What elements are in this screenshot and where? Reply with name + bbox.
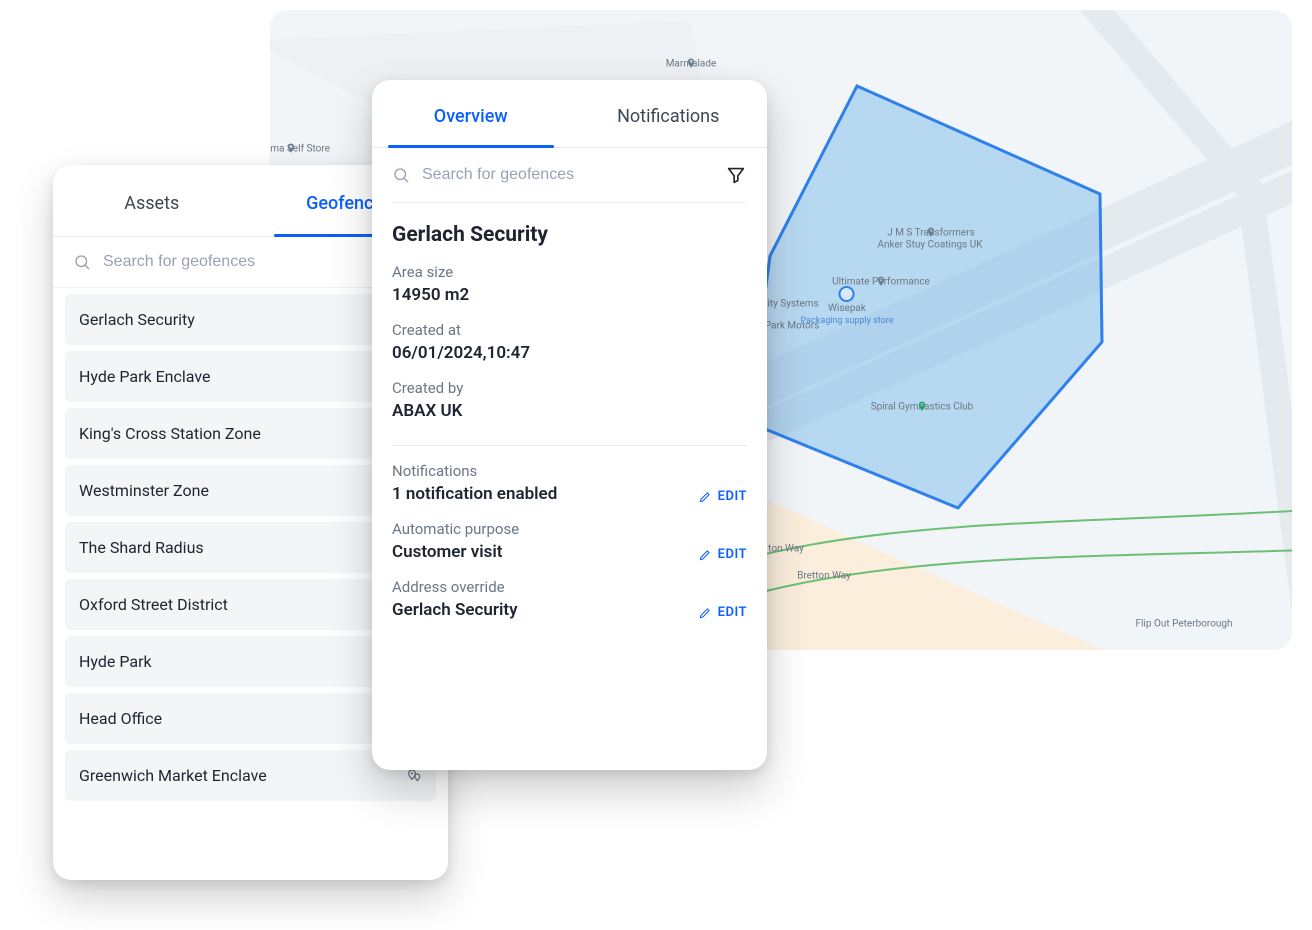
geofence-item-label: King's Cross Station Zone [79, 424, 261, 443]
geofence-item-label: Oxford Street District [79, 595, 228, 614]
created-at-field: Created at 06/01/2024,10:47 [392, 315, 747, 373]
auto-purpose-field: Automatic purpose Customer visit EDIT [392, 514, 747, 572]
map-pin-optima[interactable]: Optima Self Store [270, 143, 330, 156]
address-override-value: Gerlach Security [392, 600, 518, 620]
geofence-item-label: Head Office [79, 709, 162, 728]
section-divider [392, 445, 747, 446]
area-size-value: 14950 m2 [392, 285, 747, 305]
edit-auto-purpose-button[interactable]: EDIT [698, 547, 747, 562]
auto-purpose-label: Automatic purpose [392, 520, 519, 538]
address-override-label: Address override [392, 578, 518, 596]
map-pin-label: Bretton Way [797, 571, 851, 583]
pencil-icon [698, 548, 712, 562]
search-icon [392, 166, 410, 184]
pencil-icon [698, 490, 712, 504]
map-pin-bretton1[interactable]: ton Way [768, 543, 804, 556]
created-at-label: Created at [392, 321, 747, 339]
tab-notifications[interactable]: Notifications [570, 80, 768, 147]
created-at-value: 06/01/2024,10:47 [392, 343, 747, 363]
map-pin-flip[interactable]: Flip Out Peterborough [1135, 618, 1232, 631]
geofence-item-label: Hyde Park Enclave [79, 367, 210, 386]
map-pin-wisepak[interactable]: WisepakPackaging supply store [801, 286, 894, 326]
auto-purpose-value: Customer visit [392, 542, 519, 562]
detail-search-input[interactable] [422, 166, 713, 184]
edit-label: EDIT [718, 547, 747, 562]
notifications-label: Notifications [392, 462, 557, 480]
address-override-field: Address override Gerlach Security EDIT [392, 572, 747, 630]
map-pin-bretton2[interactable]: Bretton Way [797, 570, 851, 583]
created-by-label: Created by [392, 379, 747, 397]
created-by-value: ABAX UK [392, 401, 747, 421]
area-size-label: Area size [392, 263, 747, 281]
tab-overview[interactable]: Overview [372, 80, 570, 147]
map-pin-anker[interactable]: Anker Stuy Coatings UK [877, 239, 982, 252]
geofence-item-label: Westminster Zone [79, 481, 209, 500]
edit-label: EDIT [718, 605, 747, 620]
edit-label: EDIT [718, 489, 747, 504]
map-pin-jms[interactable]: J M S Transformers [887, 227, 975, 240]
pencil-icon [698, 606, 712, 620]
notifications-field: Notifications 1 notification enabled EDI… [392, 456, 747, 514]
filter-icon[interactable] [725, 164, 747, 186]
edit-address-override-button[interactable]: EDIT [698, 605, 747, 620]
geofence-title: Gerlach Security [392, 203, 747, 257]
geofence-item-label: Greenwich Market Enclave [79, 766, 267, 785]
area-size-field: Area size 14950 m2 [392, 257, 747, 315]
map-pin-label: ton Way [768, 544, 804, 556]
map-pin-label: Flip Out Peterborough [1135, 619, 1232, 631]
notifications-value: 1 notification enabled [392, 484, 557, 504]
edit-notifications-button[interactable]: EDIT [698, 489, 747, 504]
search-icon [73, 253, 91, 271]
map-pin-label: WisepakPackaging supply store [801, 303, 894, 326]
geofence-item-label: Hyde Park [79, 652, 152, 671]
tab-assets[interactable]: Assets [53, 165, 251, 236]
detail-tabs: Overview Notifications [372, 80, 767, 148]
detail-search-row [392, 148, 747, 203]
geofence-item-label: Gerlach Security [79, 310, 195, 329]
created-by-field: Created by ABAX UK [392, 373, 747, 431]
store-icon [839, 286, 855, 302]
map-pin-marmalade[interactable]: Marmalade [666, 58, 717, 71]
map-pin-label: Anker Stuy Coatings UK [877, 240, 982, 252]
map-pin-spiral[interactable]: Spiral Gymnastics Club [871, 401, 974, 414]
geofence-detail-panel: Overview Notifications Gerlach Security … [372, 80, 767, 770]
geofence-item-label: The Shard Radius [79, 538, 204, 557]
